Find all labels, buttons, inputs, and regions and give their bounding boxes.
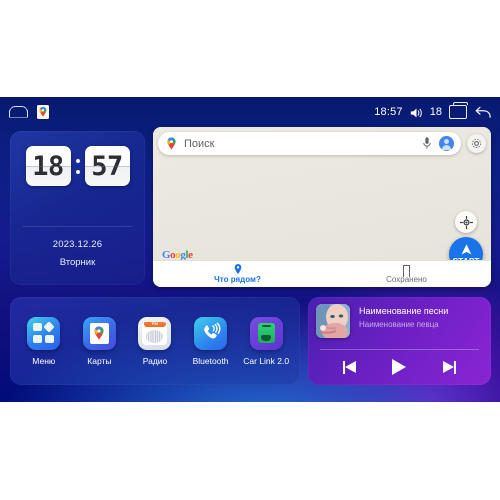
status-bar: 18:57 18 [0, 97, 500, 126]
map-layers-icon[interactable] [467, 134, 486, 153]
back-glyph [475, 106, 491, 118]
radio-fm-label: FM [151, 321, 159, 326]
clock-divider [23, 226, 132, 227]
previous-track-button[interactable] [338, 357, 360, 377]
radio-fm-band: FM [143, 321, 166, 327]
nav-item-nearby[interactable]: Что рядом? [153, 264, 322, 284]
clock-hours: 18 [32, 150, 64, 182]
car-link-icon [249, 316, 283, 350]
music-player-widget[interactable]: Наименование песни Наименование певца [308, 297, 491, 385]
radio-speaker-grille [146, 329, 164, 343]
apps-grid-icon [27, 316, 61, 350]
my-location-icon[interactable] [455, 211, 477, 233]
previous-track-icon [342, 360, 356, 374]
music-title: Наименование песни [359, 306, 449, 316]
album-art-portrait [316, 304, 350, 338]
google-maps-widget[interactable]: Поиск Google Что рядом? Сохранено [153, 127, 491, 287]
clock-weekday: Вторник [59, 257, 96, 268]
flip-clock: 18 57 [10, 146, 145, 186]
music-progress-bar[interactable] [320, 349, 479, 350]
volume-glyph [410, 108, 422, 117]
location-pin-icon [234, 264, 241, 274]
bluetooth-phone-icon [194, 316, 228, 350]
microphone-icon[interactable] [422, 137, 432, 150]
app-item-bluetooth[interactable]: Bluetooth [186, 316, 236, 366]
album-art-glyph [316, 304, 350, 338]
next-track-button[interactable] [439, 357, 461, 377]
fm-radio-icon: FM [138, 316, 172, 350]
app-label-bluetooth: Bluetooth [192, 355, 229, 366]
clock-hours-card: 18 [25, 146, 71, 186]
pin-glyph [39, 106, 47, 117]
app-dock: Меню Карты FM Радио Bluetooth Car Link 2… [10, 297, 300, 385]
nav-item-saved[interactable]: Сохранено [322, 264, 491, 284]
search-placeholder: Поиск [184, 137, 215, 150]
google-maps-icon [82, 316, 116, 350]
clock-minutes-card: 57 [84, 146, 130, 186]
app-label-menu: Меню [32, 355, 56, 366]
app-item-carlink[interactable]: Car Link 2.0 [241, 316, 291, 366]
map-search-row: Поиск [158, 132, 486, 155]
google-maps-pin-icon [167, 137, 176, 150]
map-bottom-nav: Что рядом? Сохранено [153, 260, 491, 287]
nav-label-nearby: Что рядом? [214, 275, 261, 284]
google-maps-notification-icon[interactable] [37, 104, 49, 119]
next-track-icon [443, 360, 457, 374]
music-track-info: Наименование песни Наименование певца [316, 304, 483, 338]
search-input[interactable]: Поиск [158, 132, 461, 155]
phone-waves-glyph [203, 322, 221, 339]
bookmark-icon [403, 264, 410, 274]
maps-pin-glyph [94, 326, 104, 340]
app-item-maps[interactable]: Карты [74, 316, 124, 366]
status-time: 18:57 [374, 105, 403, 118]
radio-body: FM [142, 321, 168, 345]
recents-icon[interactable] [449, 101, 468, 119]
carlink-glyph [257, 323, 275, 343]
nav-label-saved: Сохранено [386, 274, 427, 284]
music-controls [308, 357, 491, 377]
navigation-arrow-icon [461, 243, 471, 254]
app-label-maps: Карты [87, 355, 112, 366]
car-head-unit-home-screen: 18:57 18 18 57 2023.12.26 Вторник Поиск … [0, 97, 500, 402]
clock-widget[interactable]: 18 57 2023.12.26 Вторник [10, 131, 145, 285]
mic-glyph [423, 137, 431, 149]
grid-glyph [33, 320, 55, 344]
maps-tile-inner [89, 322, 109, 344]
app-label-carlink: Car Link 2.0 [243, 355, 290, 366]
play-icon [392, 359, 407, 375]
music-artist: Наименование певца [359, 320, 439, 329]
clock-date: 2023.12.26 [52, 239, 103, 250]
account-avatar-icon[interactable] [439, 136, 454, 151]
app-item-menu[interactable]: Меню [19, 316, 69, 366]
play-button[interactable] [388, 357, 410, 377]
back-icon[interactable] [474, 105, 491, 119]
locate-glyph [459, 215, 473, 229]
clock-minutes: 57 [91, 150, 123, 182]
layers-glyph [472, 139, 481, 148]
clock-colon [74, 158, 82, 174]
app-label-radio: Радио [142, 355, 168, 366]
app-item-radio[interactable]: FM Радио [130, 316, 180, 366]
volume-icon[interactable] [410, 106, 423, 118]
home-icon[interactable] [9, 106, 28, 118]
volume-level: 18 [429, 105, 442, 118]
